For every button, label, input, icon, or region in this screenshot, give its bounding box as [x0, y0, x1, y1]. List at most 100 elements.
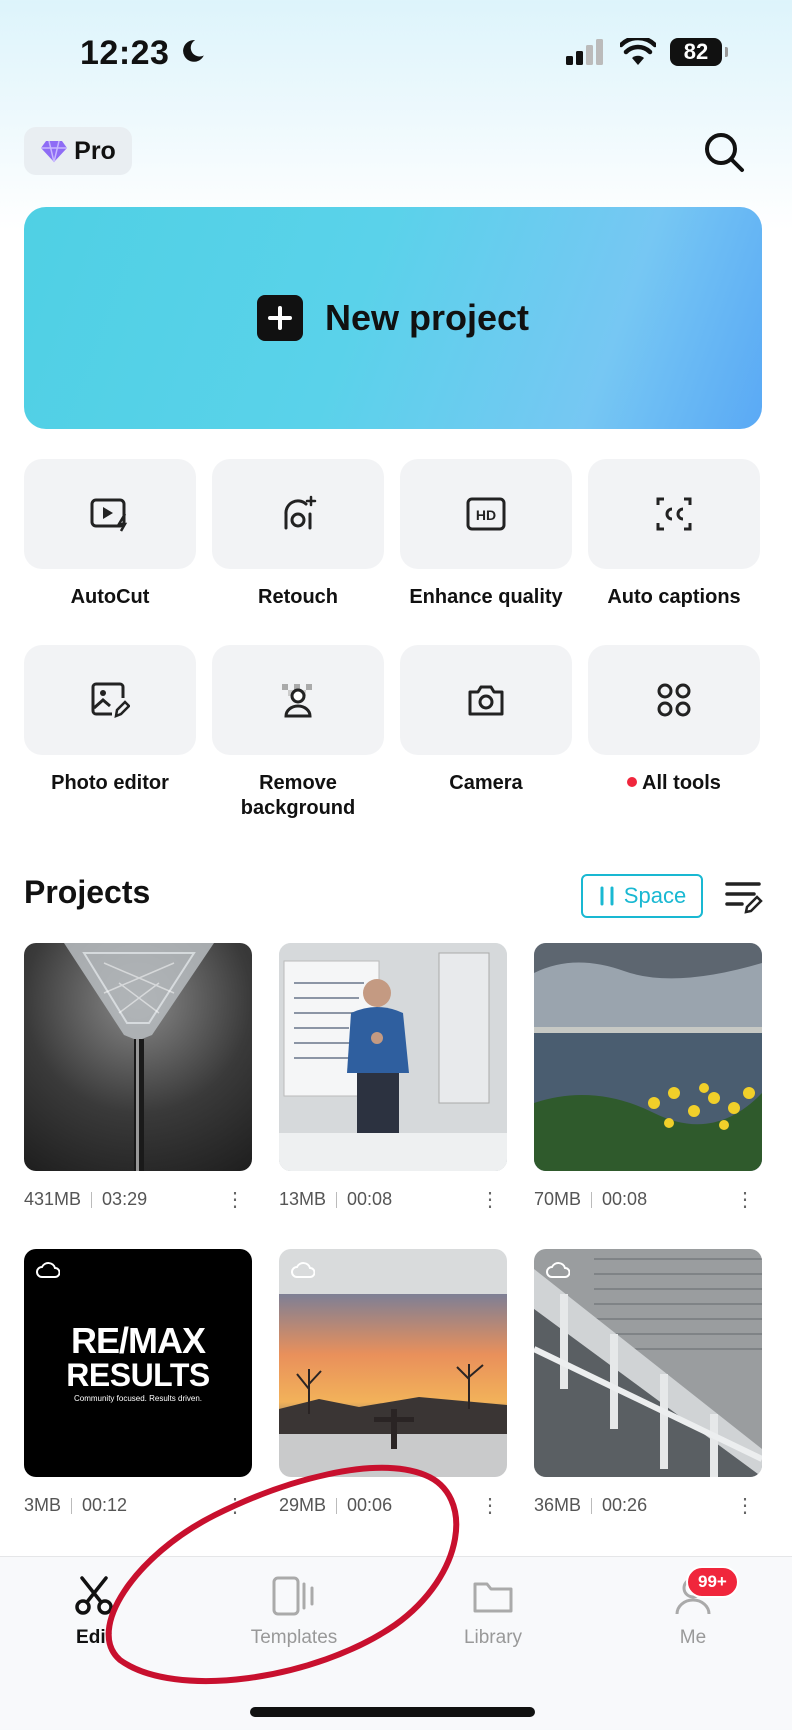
battery-indicator: 82 [670, 38, 728, 66]
wifi-icon [620, 38, 656, 65]
camera-icon [468, 685, 504, 716]
cloud-icon [291, 1262, 315, 1278]
all-tools-icon [657, 683, 691, 717]
more-options-icon[interactable]: ⋮ [480, 1493, 500, 1518]
project-size: 70MB [534, 1189, 582, 1209]
project-duration: 00:12 [82, 1495, 128, 1515]
project-size: 431MB [24, 1189, 82, 1209]
project-meta: 431MB 03:29 ⋮ [24, 1187, 252, 1212]
project-meta: 13MB 00:08 ⋮ [279, 1187, 507, 1212]
tool-label: Camera [449, 772, 523, 794]
logo-line-1: RE/MAX [70, 1320, 206, 1361]
project-thumbnail [534, 1249, 762, 1477]
remove-background-icon [282, 684, 312, 718]
tool-label: Retouch [258, 586, 338, 608]
project-meta: 29MB 00:06 ⋮ [279, 1493, 507, 1518]
project-thumbnail [279, 943, 507, 1171]
seaside-flowers-image [534, 943, 762, 1171]
project-meta: 3MB 00:12 ⋮ [24, 1493, 252, 1518]
project-thumbnail: RE/MAX RESULTS Community focused. Result… [24, 1249, 252, 1477]
captions-icon [656, 497, 692, 531]
project-duration: 00:06 [347, 1495, 393, 1515]
project-duration: 00:08 [602, 1189, 648, 1209]
moon-icon [183, 40, 204, 62]
project-size: 13MB [279, 1189, 327, 1209]
notification-dot [627, 776, 638, 787]
project-card[interactable]: 70MB 00:08 ⋮ [534, 943, 762, 1212]
notification-badge: 99+ [686, 1566, 739, 1598]
tool-label: All tools [588, 771, 760, 796]
presenter-image [279, 943, 507, 1171]
logo-tagline: Community focused. Results driven. [73, 1394, 203, 1403]
tool-all-tools[interactable]: All tools [588, 645, 760, 796]
more-options-icon[interactable]: ⋮ [480, 1187, 500, 1212]
templates-icon [272, 1576, 314, 1616]
project-meta: 70MB 00:08 ⋮ [534, 1187, 762, 1212]
nav-library-label: Library [463, 1627, 523, 1648]
projects-title: Projects [24, 874, 151, 910]
signal-icon [566, 39, 603, 65]
tool-label-text: All tools [642, 772, 721, 794]
diamond-icon [41, 140, 68, 163]
logo-line-2: RESULTS [66, 1357, 210, 1393]
home-indicator [250, 1707, 535, 1717]
tool-label: Auto captions [607, 586, 741, 608]
nav-templates-label: Templates [250, 1627, 338, 1648]
tool-auto-captions[interactable]: Auto captions [588, 459, 760, 610]
space-label: Space [623, 883, 687, 908]
project-card[interactable]: 431MB 03:29 ⋮ [24, 943, 252, 1212]
tool-autocut[interactable]: AutoCut [24, 459, 196, 610]
project-size: 3MB [24, 1495, 62, 1515]
scissors-icon [75, 1576, 113, 1615]
remax-logo: RE/MAX RESULTS Community focused. Result… [66, 1320, 210, 1403]
pro-button[interactable]: Pro [24, 127, 132, 175]
cloud-icon [36, 1262, 60, 1278]
search-icon[interactable] [702, 130, 746, 174]
cloud-icon [546, 1262, 570, 1278]
more-options-icon[interactable]: ⋮ [735, 1493, 755, 1518]
project-card[interactable]: 29MB 00:06 ⋮ [279, 1249, 507, 1518]
tool-remove-background[interactable]: Remove background [212, 645, 384, 821]
retouch-icon [284, 495, 317, 530]
photo-editor-icon [91, 682, 130, 718]
staircase-image [534, 1249, 762, 1477]
tool-label: Photo editor [51, 772, 169, 794]
more-options-icon[interactable]: ⋮ [735, 1187, 755, 1212]
sort-edit-icon[interactable] [724, 876, 764, 916]
pro-label: Pro [74, 136, 116, 165]
project-meta: 36MB 00:26 ⋮ [534, 1493, 762, 1518]
nav-templates[interactable]: Templates [224, 1576, 364, 1649]
new-project-label: New project [324, 297, 530, 338]
project-card[interactable]: 36MB 00:26 ⋮ [534, 1249, 762, 1518]
project-thumbnail [279, 1249, 507, 1477]
autocut-icon [90, 498, 128, 532]
hd-icon: HD [466, 497, 506, 531]
more-options-icon[interactable]: ⋮ [225, 1493, 245, 1518]
svg-text:HD: HD [476, 507, 496, 523]
tool-label: Remove background [240, 772, 356, 819]
nav-edit-label: Edit [76, 1627, 112, 1648]
project-duration: 00:08 [347, 1189, 393, 1209]
project-card[interactable]: 13MB 00:08 ⋮ [279, 943, 507, 1212]
status-indicators: 82 [566, 38, 728, 66]
tool-retouch[interactable]: Retouch [212, 459, 384, 610]
nav-me-label: Me [679, 1627, 707, 1648]
tool-enhance-quality[interactable]: HD Enhance quality [400, 459, 572, 610]
status-time: 12:23 [80, 34, 170, 72]
space-button[interactable]: Space [581, 874, 703, 918]
project-size: 36MB [534, 1495, 582, 1515]
project-size: 29MB [279, 1495, 327, 1515]
project-duration: 00:26 [602, 1495, 648, 1515]
nav-library[interactable]: Library [423, 1576, 563, 1649]
space-icon [600, 886, 614, 906]
tool-label: AutoCut [70, 586, 150, 608]
plus-icon [256, 295, 303, 341]
martini-glass-image [64, 943, 214, 1171]
more-options-icon[interactable]: ⋮ [225, 1187, 245, 1212]
project-card[interactable]: RE/MAX RESULTS Community focused. Result… [24, 1249, 252, 1518]
tool-camera[interactable]: Camera [400, 645, 572, 796]
new-project-button[interactable]: New project [24, 207, 762, 429]
folder-icon [473, 1582, 513, 1613]
tool-photo-editor[interactable]: Photo editor [24, 645, 196, 796]
nav-edit[interactable]: Edit [24, 1576, 164, 1649]
